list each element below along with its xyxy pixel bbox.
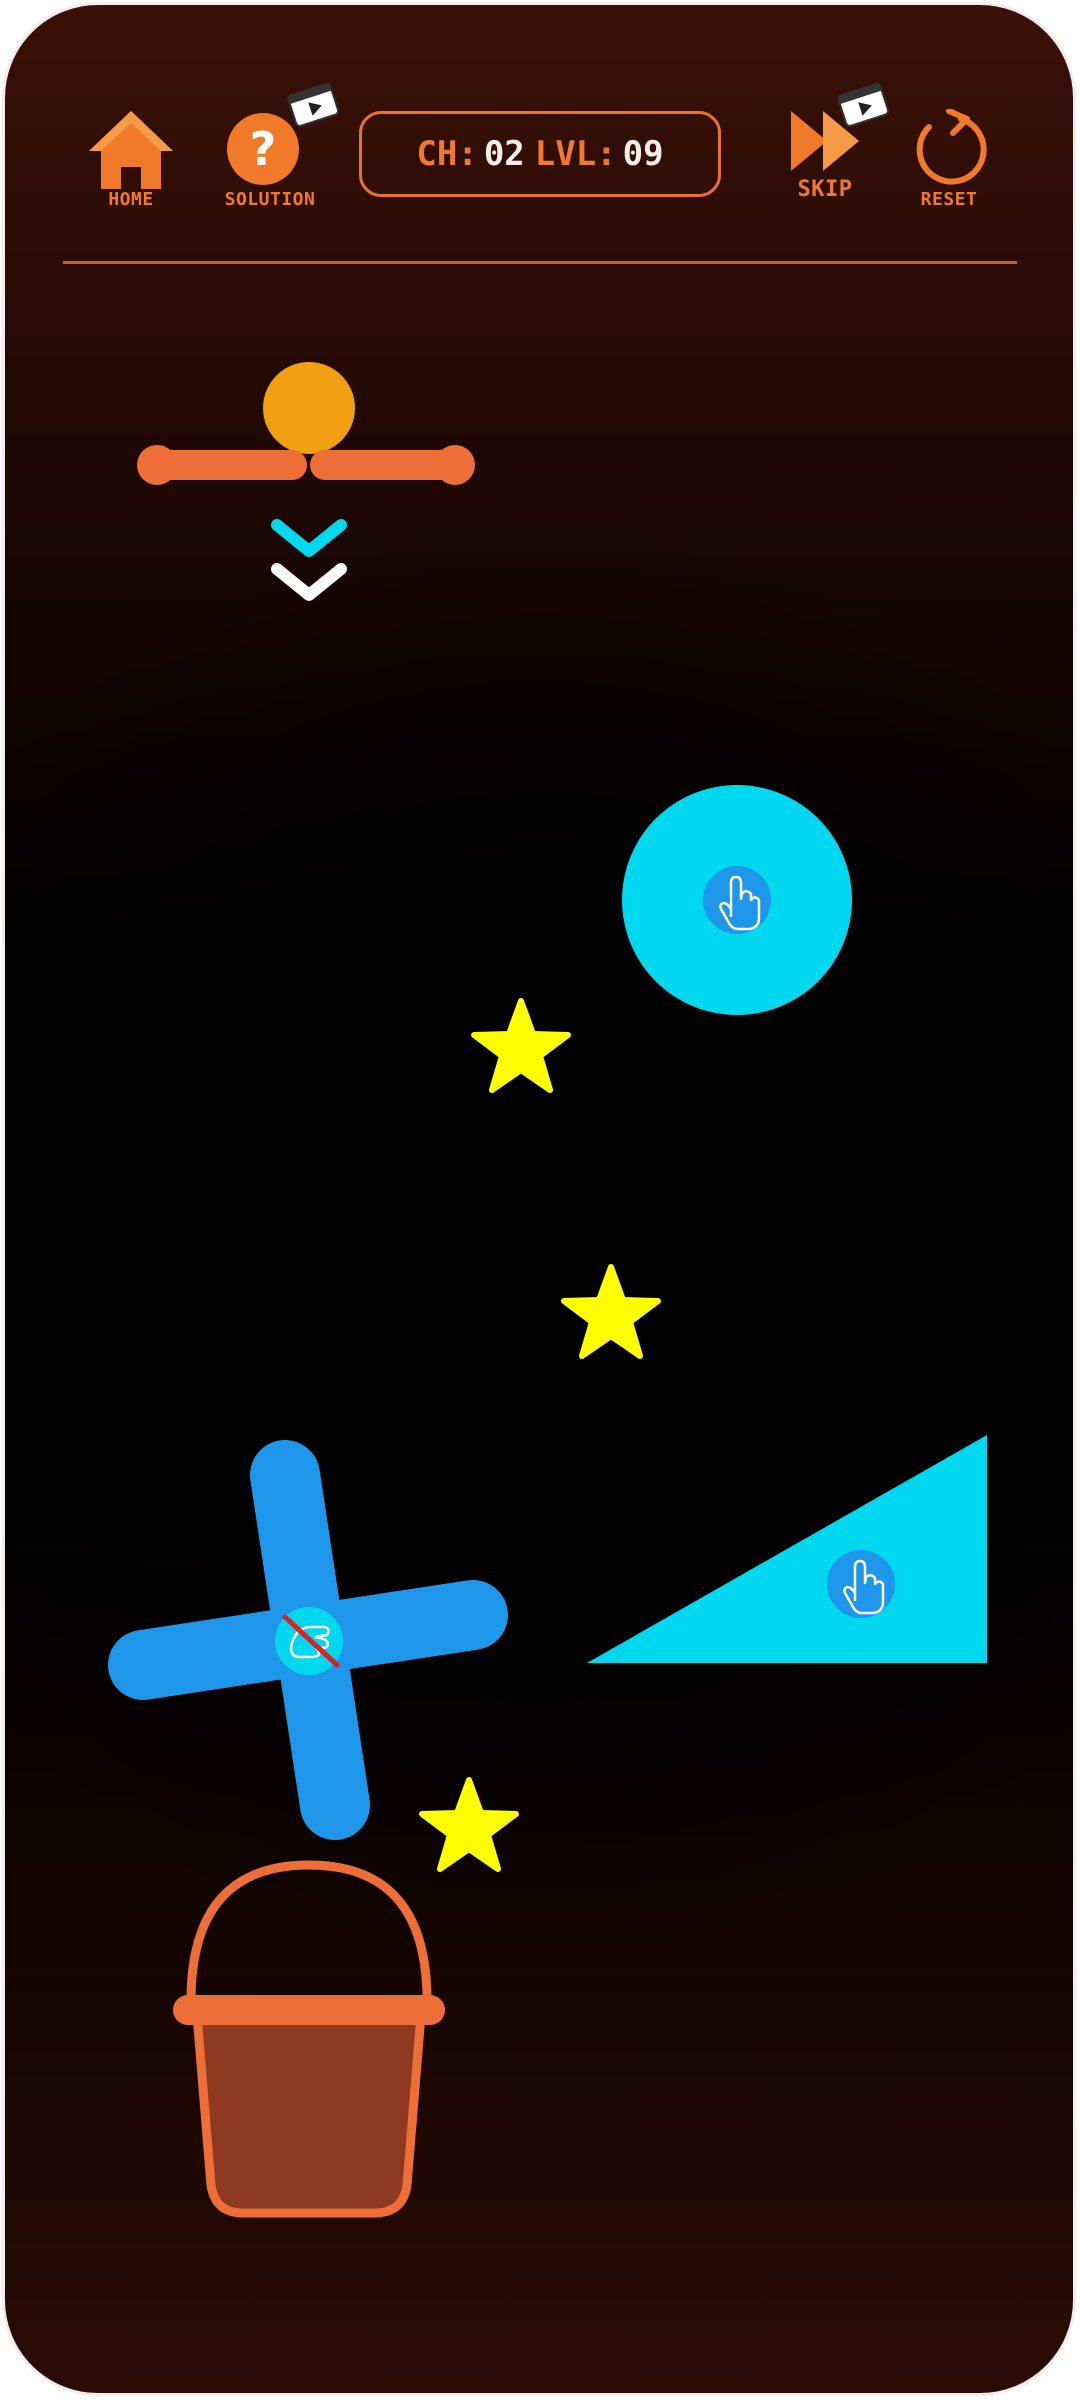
- game-screen: HOME ? SOLUTION CH: 02 LVL: 09 SKIP RESE…: [2, 2, 1076, 2396]
- star-2: [561, 1264, 661, 1359]
- blue-cross-obstacle: [108, 1440, 508, 1840]
- tap-hand-icon: [827, 1550, 895, 1618]
- star-1: [471, 998, 571, 1093]
- ball: [263, 362, 355, 454]
- tappable-circle[interactable]: [622, 785, 852, 1015]
- tappable-triangle[interactable]: [587, 1435, 987, 1663]
- down-arrows-icon: [271, 519, 347, 601]
- star-3: [419, 1777, 519, 1872]
- no-touch-icon: [275, 1607, 343, 1675]
- game-scene: [108, 362, 987, 2218]
- tap-hand-icon: [703, 866, 771, 934]
- bucket-goal: [173, 1860, 445, 2218]
